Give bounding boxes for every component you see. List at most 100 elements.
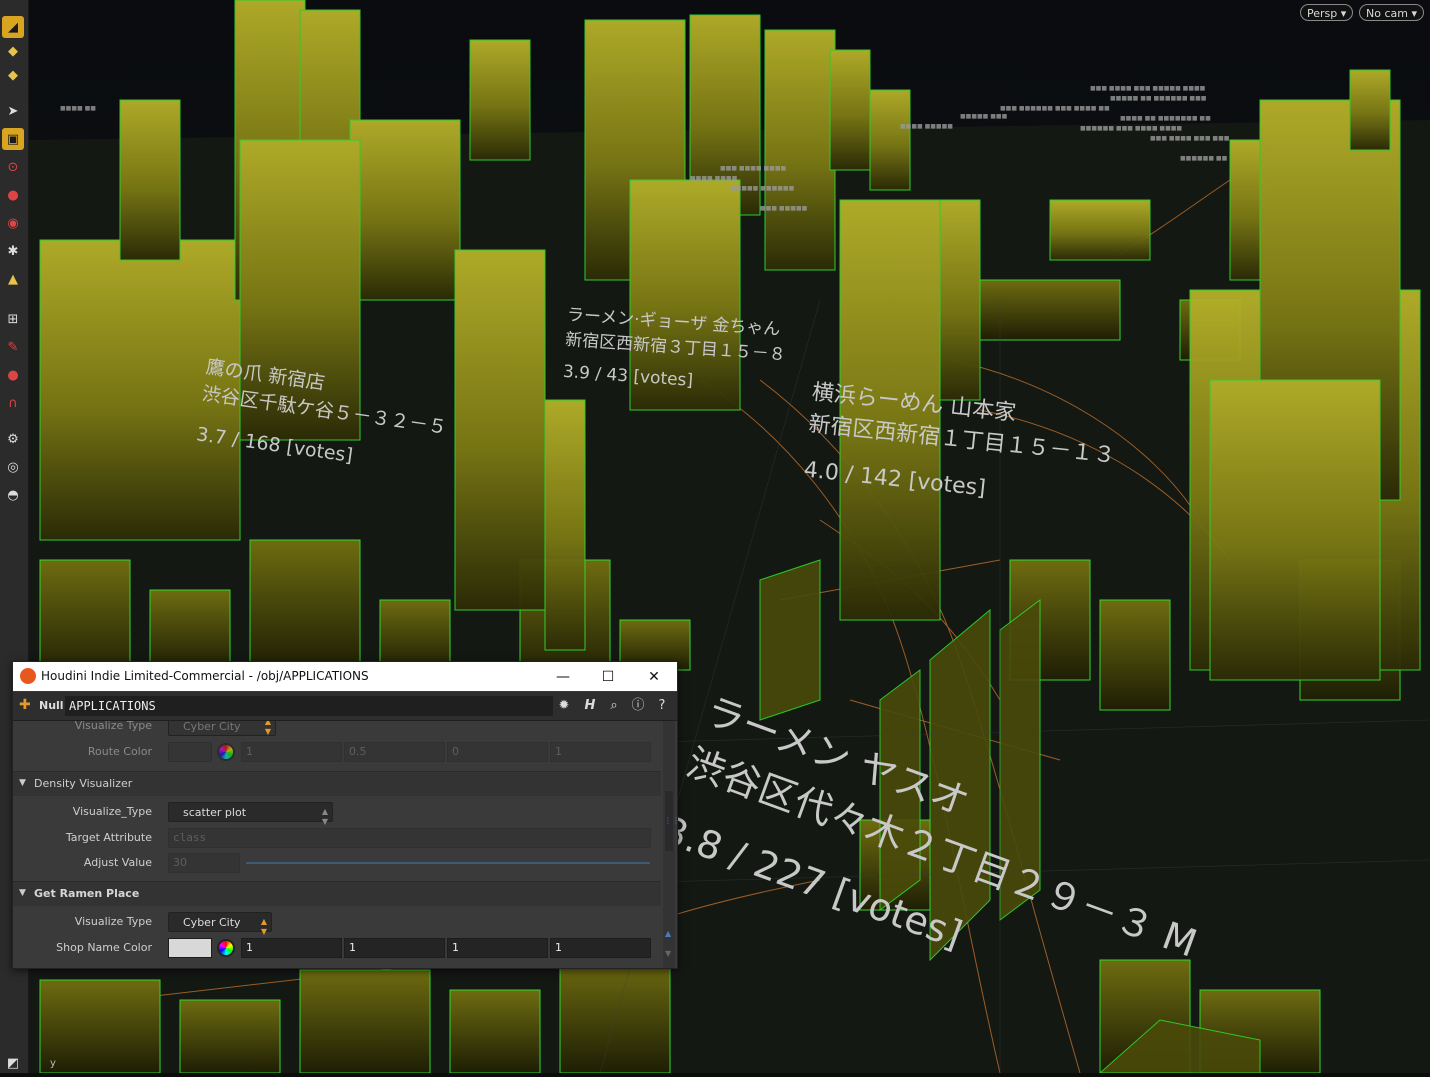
minimize-button[interactable]: — — [540, 662, 586, 691]
chain-icon[interactable]: ⚙ — [2, 428, 24, 450]
menu-arrow-icon: ▲ ▼ — [321, 807, 328, 826]
menu-arrow-icon: ▲ ▼ — [264, 721, 271, 736]
shop-name-color-b[interactable]: 1 — [447, 938, 548, 958]
param-label: Target Attribute — [65, 831, 152, 844]
gear-icon[interactable]: ✹ — [555, 697, 573, 715]
shop-label-2: ラーメン·ギョーザ 金ちゃん 新宿区西新宿３丁目１５－８ 3.9 / 43 [v… — [562, 300, 788, 397]
snap-icon[interactable]: ⊞ — [2, 308, 24, 330]
param-row-adjust-value: Adjust Value 30 — [13, 850, 661, 876]
camera-mode-menu[interactable]: Persp ▾ — [1300, 4, 1354, 21]
axis-label: y — [50, 1058, 56, 1069]
param-label: Route Color — [87, 745, 152, 758]
pointer-icon[interactable]: ➤ — [2, 100, 24, 122]
scroll-down-arrow-icon[interactable]: ▼ — [665, 949, 671, 958]
svg-text:■■■■ ■■■■: ■■■■ ■■■■ — [690, 175, 738, 182]
svg-text:■■■■■ ■■ ■■■■■■ ■■■: ■■■■■ ■■ ■■■■■■ ■■■ — [1110, 95, 1207, 102]
svg-text:■■■■ ■■■■■: ■■■■ ■■■■■ — [900, 123, 953, 130]
shop-name-color-r[interactable]: 1 — [241, 938, 342, 958]
camera-mode-label: Persp — [1307, 7, 1338, 20]
bone-icon[interactable]: ∩ — [2, 392, 24, 414]
close-button[interactable]: ✕ — [631, 662, 677, 691]
scroll-up-arrow-icon[interactable]: ▲ — [665, 929, 671, 938]
null-node-icon: ✚ — [19, 697, 31, 713]
svg-text:■■■■■■ ■■: ■■■■■■ ■■ — [1180, 155, 1228, 162]
window-title: Houdini Indie Limited-Commercial - /obj/… — [41, 669, 369, 683]
svg-text:■■■ ■■■■ ■■■■: ■■■ ■■■■ ■■■■ — [720, 165, 787, 172]
node-header: ✚ Null APPLICATIONS ✹ H ⌕ ⓘ ? — [13, 692, 677, 721]
param-row-visualize-type-density: Visualize_Type scatter plot ▲ ▼ — [13, 799, 661, 826]
param-row-visualize-type-prev: Visualize Type Cyber City ▲ ▼ — [13, 721, 661, 739]
param-label: Visualize_Type — [72, 805, 152, 818]
parameter-list: Visualize Type Cyber City ▲ ▼ Route Color … — [13, 721, 661, 968]
param-label: Shop Name Color — [56, 941, 152, 954]
select-icon[interactable]: ◢ — [2, 16, 24, 38]
svg-text:■■■■■ ■■■: ■■■■■ ■■■ — [960, 113, 1008, 120]
adjust-value-field[interactable]: 30 — [168, 853, 240, 873]
magnet-icon[interactable]: ⊙ — [2, 156, 24, 178]
camera-icon[interactable]: ● — [2, 364, 24, 386]
param-label: Visualize Type — [74, 721, 152, 732]
move-icon[interactable]: ◆ — [2, 40, 24, 62]
section-title: Get Ramen Place — [34, 887, 140, 900]
collapse-triangle-icon: ▼ — [19, 778, 26, 788]
svg-text:■■■■ ■■: ■■■■ ■■ — [60, 105, 96, 112]
handle-icon[interactable]: ◉ — [2, 212, 24, 234]
svg-text:■■■ ■■■■■: ■■■ ■■■■■ — [760, 205, 808, 212]
shop-name-color-a[interactable]: 1 — [550, 938, 651, 958]
menu-value: Cyber City — [183, 721, 241, 733]
svg-text:■■■ ■■■■ ■■■ ■■■: ■■■ ■■■■ ■■■ ■■■ — [1150, 135, 1230, 142]
svg-text:■■■■■■ ■■■ ■■■■ ■■■■: ■■■■■■ ■■■ ■■■■ ■■■■ — [1080, 125, 1182, 132]
info-icon[interactable]: ⓘ — [629, 697, 647, 715]
light-icon[interactable]: ✎ — [2, 336, 24, 358]
collapse-triangle-icon: ▼ — [19, 888, 26, 898]
render-icon[interactable]: ◓ — [2, 484, 24, 506]
view-icon[interactable]: ◆ — [2, 64, 24, 86]
maximize-button[interactable]: ☐ — [585, 662, 631, 691]
search-icon[interactable]: ⌕ — [605, 697, 623, 715]
svg-text:■■■■ ■■ ■■■■■■■ ■■: ■■■■ ■■ ■■■■■■■ ■■ — [1120, 115, 1211, 122]
shop-name-color-g[interactable]: 1 — [344, 938, 445, 958]
pose-icon[interactable]: ✱ — [2, 240, 24, 262]
route-color-g[interactable]: 0.5 — [344, 742, 445, 762]
key-icon[interactable]: ◎ — [2, 456, 24, 478]
param-scrollbar[interactable]: ⋮⋮ ▲ ▼ — [663, 721, 680, 968]
visualize-type-menu[interactable]: Cyber City ▲ ▼ — [168, 912, 272, 936]
param-label: Visualize Type — [74, 915, 152, 928]
param-row-visualize-type: Visualize Type Cyber City ▲ ▼ — [13, 909, 661, 936]
window-titlebar[interactable]: Houdini Indie Limited-Commercial - /obj/… — [13, 662, 677, 691]
section-title: Density Visualizer — [34, 777, 133, 790]
route-color-r[interactable]: 1 — [241, 742, 342, 762]
sphere-icon[interactable]: ● — [2, 184, 24, 206]
visualize-type-prev-menu[interactable]: Cyber City ▲ ▼ — [168, 721, 276, 736]
menu-value: Cyber City — [183, 916, 241, 929]
snapshot-icon[interactable]: ◩ — [2, 1052, 24, 1074]
color-wheel-icon[interactable] — [217, 743, 235, 761]
question-icon[interactable]: ? — [653, 697, 671, 715]
param-row-shop-name-color: Shop Name Color 1 1 1 1 — [13, 935, 661, 961]
menu-arrow-icon: ▲ ▼ — [260, 917, 267, 936]
transform-icon[interactable]: ▲ — [2, 268, 24, 290]
svg-text:■■■■■ ■■■■■■: ■■■■■ ■■■■■■ — [730, 185, 795, 192]
camera-select-label: No cam — [1366, 7, 1408, 20]
scroll-grip-icon: ⋮⋮ — [664, 816, 680, 825]
parameter-window: Houdini Indie Limited-Commercial - /obj/… — [12, 661, 680, 969]
node-type: Null — [39, 699, 64, 712]
help-h-icon[interactable]: H — [581, 697, 599, 715]
get-ramen-place-section[interactable]: ▼ Get Ramen Place — [13, 881, 661, 906]
lock-icon[interactable]: ▣ — [2, 128, 24, 150]
svg-text:■■■ ■■■■■■ ■■■ ■■■■ ■■: ■■■ ■■■■■■ ■■■ ■■■■ ■■ — [1000, 105, 1110, 112]
param-row-route-color: Route Color 1 0.5 0 1 — [13, 739, 661, 765]
houdini-logo-icon — [20, 668, 36, 684]
shop-name-color-swatch[interactable] — [168, 938, 212, 958]
adjust-value-slider[interactable] — [246, 862, 650, 864]
camera-select-menu[interactable]: No cam ▾ — [1359, 4, 1424, 21]
param-label: Adjust Value — [83, 856, 152, 869]
density-visualizer-section[interactable]: ▼ Density Visualizer — [13, 771, 661, 796]
route-color-b[interactable]: 0 — [447, 742, 548, 762]
node-name-field[interactable]: APPLICATIONS — [65, 696, 553, 716]
route-color-a[interactable]: 1 — [550, 742, 651, 762]
color-wheel-icon[interactable] — [217, 939, 235, 957]
target-attribute-field[interactable]: class — [168, 828, 651, 848]
route-color-swatch[interactable] — [168, 742, 212, 762]
visualize-type-density-menu[interactable]: scatter plot ▲ ▼ — [168, 802, 333, 826]
